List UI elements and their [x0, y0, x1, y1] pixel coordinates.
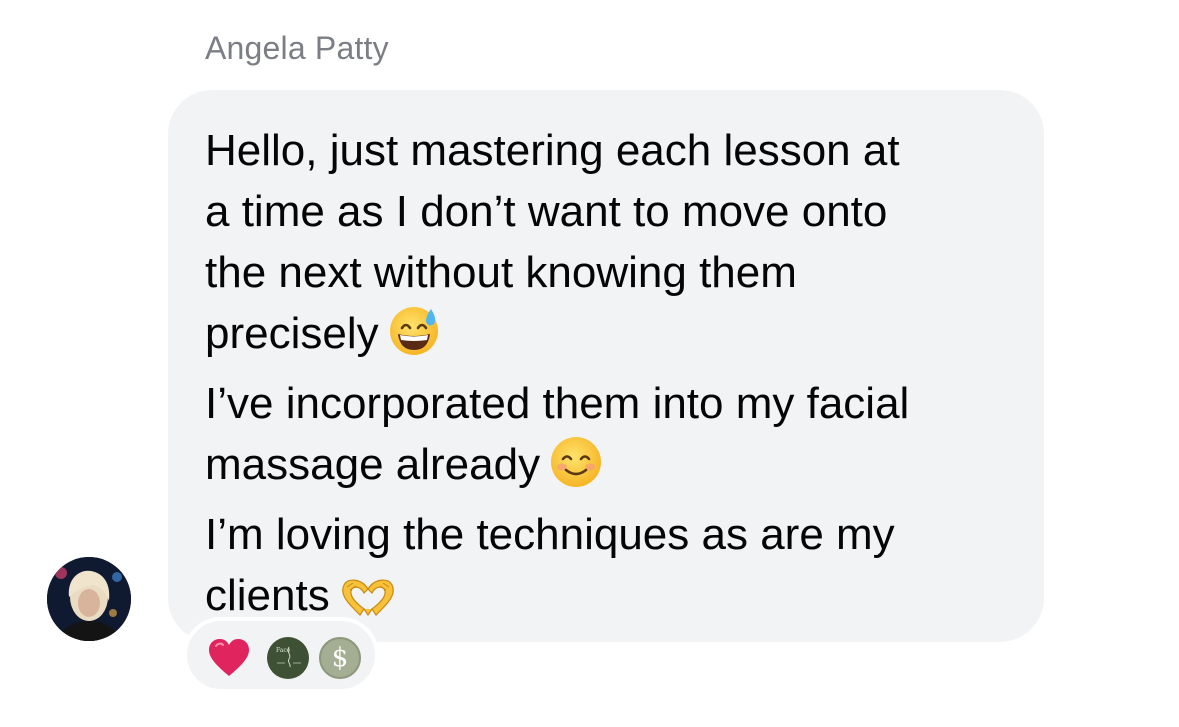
avatar[interactable] — [47, 557, 131, 641]
message-line-text: clients — [205, 571, 330, 620]
message-line: Hello, just mastering each lesson at — [205, 126, 900, 175]
message-line-with-emoji: precisely — [205, 303, 1008, 373]
message-line: a time as I don’t want to move onto — [205, 187, 888, 236]
message-line-text: precisely — [205, 309, 379, 358]
smiling-face-with-smiling-eyes-icon — [548, 434, 604, 504]
message-line-with-emoji: massage already — [205, 434, 1008, 504]
message-bubble[interactable]: Hello, just mastering each lesson at a t… — [168, 90, 1044, 642]
message-line: I’ve incorporated them into my facial — [205, 379, 910, 428]
sender-name[interactable]: Angela Patty — [205, 30, 389, 67]
message-line: the next without knowing them — [205, 248, 797, 297]
chat-message-screen: Angela Patty Hello, just mastering each … — [0, 0, 1179, 727]
grinning-face-with-sweat-icon — [387, 303, 441, 373]
face-logo-icon[interactable]: Face — [267, 637, 309, 679]
dollar-logo: $ — [319, 637, 361, 679]
dollar-logo-icon[interactable]: $ — [319, 637, 361, 679]
message-line-text: massage already — [205, 440, 541, 489]
reactions-bar[interactable]: Face $ — [183, 617, 379, 693]
message-line: I’m loving the techniques as are my — [205, 510, 895, 559]
red-heart-icon[interactable] — [207, 638, 249, 680]
face-logo: Face — [267, 637, 309, 679]
